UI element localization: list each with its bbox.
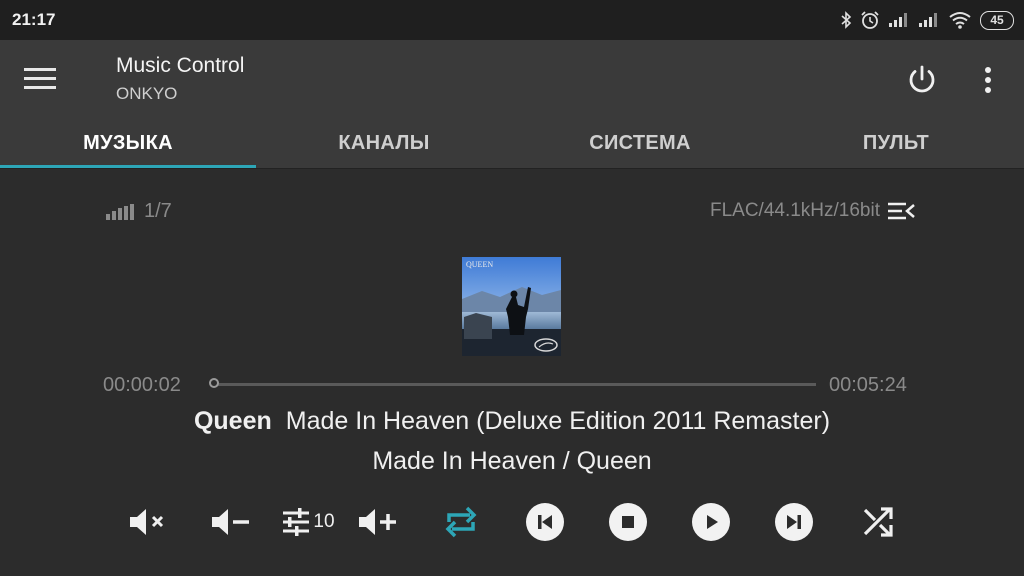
device-name: ONKYO <box>116 84 178 103</box>
signal-icon <box>919 13 937 27</box>
album-cover: QUEEN <box>462 257 561 356</box>
volume-down-button[interactable] <box>208 498 252 546</box>
tab-system[interactable]: СИСТЕМА <box>512 118 768 168</box>
audio-format: FLAC/44.1kHz/16bit <box>709 200 880 221</box>
volume-down-icon <box>212 509 249 535</box>
tab-remote[interactable]: ПУЛЬТ <box>768 118 1024 168</box>
next-button[interactable] <box>774 498 814 546</box>
stop-circle <box>609 503 647 541</box>
mute-icon <box>130 509 164 535</box>
battery-level: 45 <box>990 13 1004 27</box>
previous-circle <box>526 503 564 541</box>
previous-button[interactable] <box>525 498 565 546</box>
app-title: Music Control <box>116 54 245 77</box>
shuffle-button[interactable] <box>858 498 898 546</box>
stop-button[interactable] <box>608 498 648 546</box>
previous-icon <box>538 515 552 529</box>
battery-icon: 45 <box>980 10 1014 30</box>
bluetooth-icon <box>841 11 852 29</box>
status-icons: 45 <box>840 8 1014 32</box>
equalizer-icon <box>283 508 310 536</box>
app-bar: Music Control ONKYO <box>0 40 1024 118</box>
tab-bar: МУЗЫКА КАНАЛЫ СИСТЕМА ПУЛЬТ <box>0 118 1024 169</box>
repeat-button[interactable] <box>440 498 482 546</box>
status-bar: 21:17 45 <box>0 0 1024 40</box>
menu-button[interactable] <box>24 62 64 96</box>
status-time: 21:17 <box>12 10 56 29</box>
track-position: 1/7 <box>144 200 172 222</box>
volume-up-button[interactable] <box>356 498 400 546</box>
alarm-icon <box>861 11 879 29</box>
power-button[interactable] <box>904 62 940 98</box>
track-bars-icon <box>106 203 134 220</box>
power-icon <box>909 65 935 93</box>
play-circle <box>692 503 730 541</box>
signal-icon <box>889 13 907 27</box>
equalizer-button[interactable]: 10 <box>276 498 340 546</box>
menu-icon <box>24 68 56 71</box>
more-options-button[interactable] <box>976 62 1000 98</box>
seek-bar[interactable] <box>210 383 816 386</box>
track-title-line: Queen Made In Heaven (Deluxe Edition 2011… <box>0 407 1024 436</box>
next-circle <box>775 503 813 541</box>
playlist-icon[interactable] <box>886 200 916 222</box>
track-title: Made In Heaven (Deluxe Edition 2011 Rema… <box>285 407 831 435</box>
album-artist-line: Made In Heaven / Queen <box>372 447 652 475</box>
tab-channels[interactable]: КАНАЛЫ <box>256 118 512 168</box>
format-info: FLAC/44.1kHz/16bit <box>710 200 916 222</box>
stop-icon <box>622 516 634 528</box>
tab-music[interactable]: МУЗЫКА <box>0 118 256 168</box>
wifi-icon <box>949 12 971 29</box>
play-icon <box>707 515 718 529</box>
volume-up-icon <box>359 509 396 535</box>
seek-thumb[interactable] <box>208 378 219 388</box>
track-artist: Queen <box>193 407 272 435</box>
current-time: 00:00:02 <box>103 374 181 396</box>
shuffle-icon <box>863 507 893 537</box>
next-icon <box>787 515 801 529</box>
total-time: 00:05:24 <box>829 374 907 396</box>
repeat-icon <box>445 506 477 538</box>
play-button[interactable] <box>691 498 731 546</box>
more-vert-icon <box>985 67 991 93</box>
equalizer-value: 10 <box>313 511 335 532</box>
mute-button[interactable] <box>126 498 170 546</box>
album-cover-art: QUEEN <box>462 257 561 356</box>
cover-band-text: QUEEN <box>466 260 493 269</box>
track-counter: 1/7 <box>106 200 172 223</box>
playback-controls: 10 <box>0 498 1024 546</box>
